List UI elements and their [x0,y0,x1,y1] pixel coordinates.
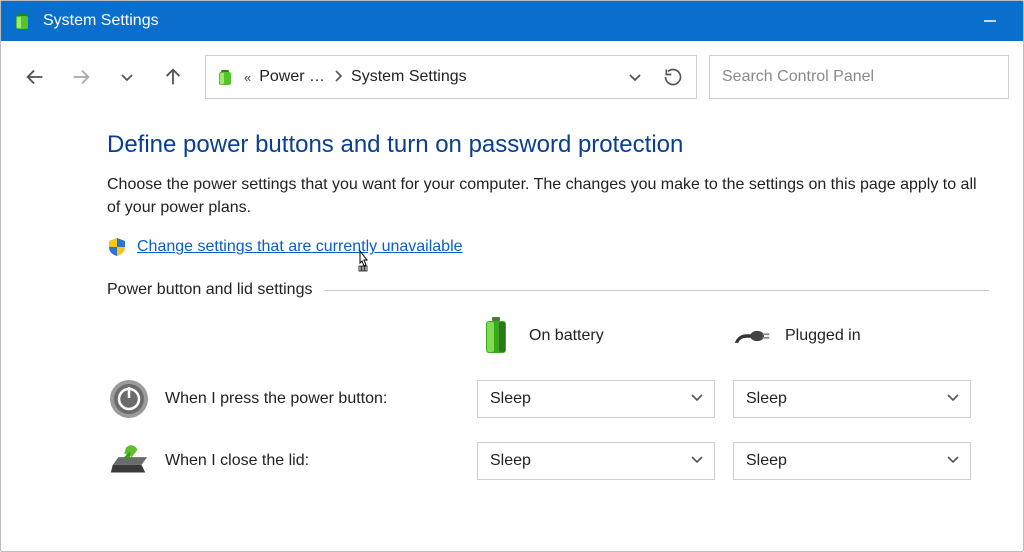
refresh-button[interactable] [658,62,688,92]
power-button-icon [107,377,151,421]
page-description: Choose the power settings that you want … [107,173,989,219]
change-settings-row: Change settings that are currently unava… [107,237,989,257]
breadcrumb-current[interactable]: System Settings [351,68,467,86]
battery-breadcrumb-icon [214,66,236,88]
search-placeholder: Search Control Panel [722,68,874,86]
address-dropdown-button[interactable] [620,62,650,92]
search-input[interactable]: Search Control Panel [709,55,1009,99]
nav-buttons [15,61,193,93]
chevron-down-icon [946,452,960,471]
close-lid-battery-select[interactable]: Sleep [477,442,715,480]
close-lid-label: When I close the lid: [165,452,477,470]
power-button-plugged-select[interactable]: Sleep [733,380,971,418]
on-battery-label: On battery [529,327,604,345]
close-lid-plugged-select[interactable]: Sleep [733,442,971,480]
battery-icon [477,317,515,355]
page-headline: Define power buttons and turn on passwor… [107,131,989,159]
select-value: Sleep [490,390,531,408]
change-settings-link[interactable]: Change settings that are currently unava… [137,238,463,256]
battery-app-icon [11,10,33,32]
on-battery-header: On battery [477,317,733,355]
forward-button[interactable] [67,61,95,93]
select-value: Sleep [746,390,787,408]
back-button[interactable] [21,61,49,93]
close-lid-row: When I close the lid: Sleep Sleep [107,439,989,483]
chevron-right-icon [333,70,343,85]
uac-shield-icon [107,237,127,257]
chevron-down-icon [690,452,704,471]
select-value: Sleep [490,452,531,470]
breadcrumb-parent[interactable]: Power … [259,68,325,86]
window-title: System Settings [43,12,967,30]
power-button-battery-select[interactable]: Sleep [477,380,715,418]
column-headers: On battery Plugged in [107,317,989,355]
plugged-in-label: Plugged in [785,327,861,345]
section-divider: Power button and lid settings [107,281,989,299]
plug-icon [733,317,771,355]
select-value: Sleep [746,452,787,470]
plugged-in-header: Plugged in [733,317,989,355]
divider-line [324,290,989,291]
recent-dropdown-button[interactable] [113,61,141,93]
chevron-down-icon [946,390,960,409]
breadcrumb-prefix-icon: « [244,70,251,85]
cursor-pointer-icon [353,249,375,279]
up-button[interactable] [159,61,187,93]
main-content: Define power buttons and turn on passwor… [1,107,1023,483]
minimize-button[interactable] [967,1,1013,41]
chevron-down-icon [690,390,704,409]
titlebar: System Settings [1,1,1023,41]
power-button-row: When I press the power button: Sleep Sle… [107,377,989,421]
address-bar[interactable]: « Power … System Settings [205,55,697,99]
laptop-lid-icon [107,439,151,483]
power-button-label: When I press the power button: [165,390,477,408]
section-label: Power button and lid settings [107,281,312,299]
toolbar: « Power … System Settings Search Control… [1,41,1023,107]
